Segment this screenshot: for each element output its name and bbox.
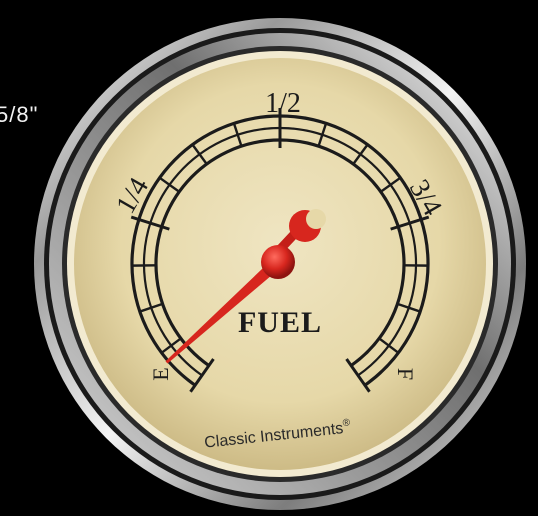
gauge-label: FUEL [238, 306, 322, 339]
fuel-gauge: 1/4 1/2 3/4 E F FUEL Classic Instruments… [34, 18, 526, 510]
full-mark: F [393, 368, 418, 380]
empty-mark: E [148, 367, 173, 380]
tick-label-half: 1/2 [265, 88, 301, 119]
needle-hub [261, 245, 295, 279]
